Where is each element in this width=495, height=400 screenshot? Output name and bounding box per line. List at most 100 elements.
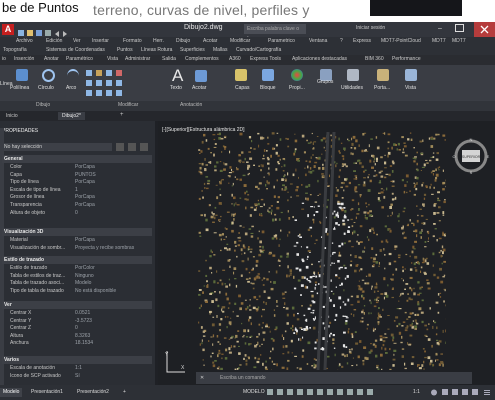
menu-modificar[interactable]: Modificar: [230, 38, 250, 44]
property-value[interactable]: PorCapa: [75, 164, 95, 170]
tab-model[interactable]: Modelo: [0, 388, 23, 397]
property-value[interactable]: PorCapa: [75, 202, 95, 208]
status-right-tools[interactable]: [428, 388, 494, 397]
ribbon-tab-complementos[interactable]: Complementos: [185, 56, 219, 62]
menu-mdt7-pointcloud[interactable]: MDT7-PointCloud: [381, 38, 421, 44]
viewport-controls-label[interactable]: [-][Superior][Estructura alámbrica 2D]: [162, 127, 245, 133]
dimension-icon[interactable]: [195, 70, 207, 82]
ribbon-tab-express-tools[interactable]: Express Tools: [250, 56, 281, 62]
property-value[interactable]: No está disponible: [75, 288, 116, 294]
panel-title-annotation[interactable]: Anotación: [180, 102, 202, 108]
point-cloud-point: [260, 169, 262, 172]
clipboard-icon[interactable]: [377, 69, 389, 81]
menu-parametrico[interactable]: Parametrico: [268, 38, 295, 44]
point-cloud-point: [260, 198, 264, 201]
utilities-icon[interactable]: [347, 69, 359, 81]
property-value[interactable]: Proyecta y recibe sombras: [75, 245, 134, 251]
utilities-tool-label[interactable]: Utilidades: [341, 85, 363, 91]
command-close-icon[interactable]: ✕: [200, 375, 204, 381]
menu-ventana[interactable]: Ventana: [309, 38, 327, 44]
point-cloud-point: [383, 277, 386, 281]
ribbon-tab-aplicaciones[interactable]: Aplicaciones destacadas: [292, 56, 347, 62]
menu-mallas[interactable]: Mallas: [213, 47, 227, 53]
section-header-2[interactable]: Estilo de trazado: [2, 256, 152, 264]
groups-tool-label[interactable]: Grupos: [317, 79, 333, 85]
point-cloud-point: [277, 196, 280, 199]
menu-acotar[interactable]: Acotar: [203, 38, 217, 44]
tab-layout1[interactable]: Presentación1: [28, 388, 66, 397]
section-header-3[interactable]: Ver: [2, 301, 152, 309]
menu-mdt7[interactable]: MDT7: [432, 38, 446, 44]
point-cloud-point: [204, 213, 206, 217]
property-value[interactable]: PorColor: [75, 265, 95, 271]
dimension-tool-label[interactable]: Acotar: [192, 85, 206, 91]
point-cloud-point: [314, 347, 317, 350]
properties-tool-label[interactable]: Propi...: [289, 85, 305, 91]
property-value[interactable]: 0.0521: [75, 310, 90, 316]
menu-superficies[interactable]: Superficies: [180, 47, 205, 53]
point-cloud-point: [344, 303, 347, 306]
property-value[interactable]: -3.5723: [75, 318, 92, 324]
menu-express[interactable]: Express: [353, 38, 371, 44]
properties-icon[interactable]: [291, 69, 303, 81]
layers-tool-label[interactable]: Capas: [235, 85, 249, 91]
block-tool-label[interactable]: Bloque: [260, 85, 276, 91]
point-cloud-point: [312, 142, 314, 145]
osnap-icon: [307, 389, 313, 395]
property-value[interactable]: PUNTOS: [75, 172, 96, 178]
point-cloud-point: [308, 160, 311, 163]
point-cloud-point: [274, 213, 277, 216]
drafting-tools[interactable]: [266, 388, 406, 397]
text-icon[interactable]: A: [172, 66, 183, 86]
property-value[interactable]: 1: [75, 187, 78, 193]
property-value[interactable]: PorCapa: [75, 237, 95, 243]
view-tool-label[interactable]: Vista: [405, 85, 416, 91]
ribbon-tab-bim360[interactable]: BIM 360: [365, 56, 384, 62]
point-cloud-point: [263, 301, 265, 304]
menu-curvado[interactable]: Curvado/Cartografía: [236, 47, 281, 53]
point-cloud-point: [301, 355, 304, 358]
point-cloud-point: [307, 341, 311, 345]
command-input[interactable]: Escriba un comando: [220, 375, 266, 381]
block-icon[interactable]: [262, 69, 274, 81]
property-value[interactable]: Sí: [75, 373, 80, 379]
viewcube[interactable]: SUPERIOR N S E O: [452, 137, 490, 175]
menu-mdt7-2[interactable]: MDT7: [452, 38, 466, 44]
property-value[interactable]: PorCapa: [75, 194, 95, 200]
model-space-toggle[interactable]: MODELO: [240, 388, 268, 397]
menu-help[interactable]: ?: [340, 38, 343, 44]
ribbon-tab-performance[interactable]: Performance: [392, 56, 421, 62]
clipboard-tool-label[interactable]: Porta...: [374, 85, 390, 91]
maximize-button[interactable]: [455, 24, 464, 32]
property-value[interactable]: PorCapa: [75, 179, 95, 185]
add-layout-button[interactable]: +: [120, 388, 129, 397]
search-input[interactable]: Escriba palabra clave o frase: [244, 24, 306, 42]
section-header-1[interactable]: Visualización 3D: [2, 228, 152, 236]
layers-icon[interactable]: [235, 69, 247, 81]
menu-dibujo[interactable]: Dibujo: [176, 38, 190, 44]
text-tool-label[interactable]: Texto: [170, 85, 182, 91]
property-value[interactable]: Modelo: [75, 280, 91, 286]
property-value[interactable]: 18.1534: [75, 340, 93, 346]
minimize-button[interactable]: –: [438, 25, 442, 32]
property-value[interactable]: 1:1: [75, 365, 82, 371]
point-cloud-point: [373, 231, 375, 234]
command-line[interactable]: ✕ Escriba un comando: [196, 372, 472, 384]
ribbon-tab-a360[interactable]: A360: [229, 56, 241, 62]
point-cloud-point: [242, 336, 245, 338]
property-value[interactable]: 8.3263: [75, 333, 90, 339]
property-value[interactable]: 0: [75, 325, 78, 331]
point-cloud-point: [239, 160, 241, 164]
property-value[interactable]: 0: [75, 210, 78, 216]
view-icon[interactable]: [405, 69, 417, 81]
close-button[interactable]: [474, 22, 495, 37]
otrack-icon: [317, 389, 323, 395]
tab-layout2[interactable]: Presentación2: [74, 388, 112, 397]
sign-in-link[interactable]: Iniciar sesión: [356, 25, 385, 31]
property-value[interactable]: Ninguno: [75, 273, 94, 279]
section-header-4[interactable]: Varios: [2, 356, 152, 364]
annotation-scale[interactable]: 1:1: [410, 388, 423, 397]
point-cloud-point: [392, 339, 394, 342]
ribbon-tab-salida[interactable]: Salida: [162, 56, 176, 62]
section-header-0[interactable]: General: [2, 155, 152, 163]
